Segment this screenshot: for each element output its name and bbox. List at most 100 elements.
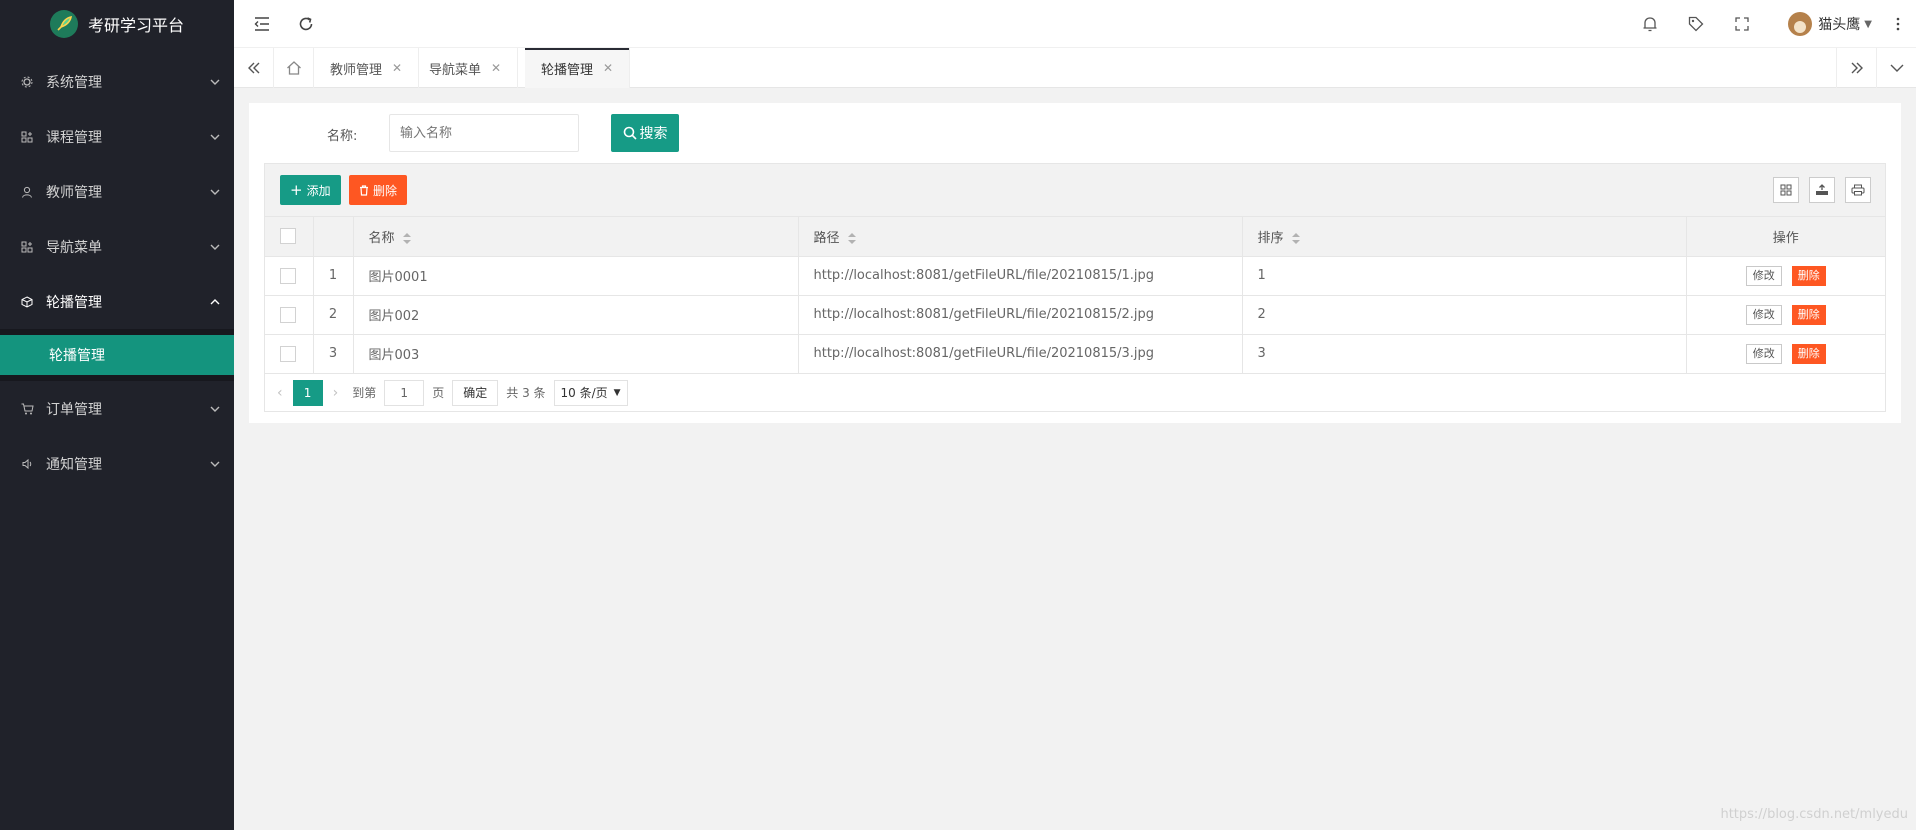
- tab-teacher[interactable]: 教师管理 ✕: [314, 48, 420, 88]
- speaker-icon: [20, 457, 34, 471]
- top-header: 猫头鹰 ▼: [234, 0, 1916, 48]
- apps-icon: [20, 240, 34, 254]
- column-header-path[interactable]: 路径: [798, 217, 1243, 257]
- cube-icon: [20, 295, 34, 309]
- close-icon[interactable]: ✕: [491, 61, 501, 75]
- tag-icon[interactable]: [1686, 14, 1706, 34]
- tab-carousel[interactable]: 轮播管理 ✕: [525, 48, 631, 88]
- export-icon[interactable]: [1809, 177, 1835, 203]
- row-select-cell: [265, 256, 314, 296]
- caret-down-icon: ▼: [1864, 18, 1872, 30]
- sidebar-item-nav-menu[interactable]: 导航菜单: [0, 219, 234, 274]
- sidebar-item-label: 轮播管理: [46, 294, 102, 311]
- app-title: 考研学习平台: [88, 16, 185, 35]
- close-icon[interactable]: ✕: [603, 61, 613, 75]
- sidebar-item-course[interactable]: 课程管理: [0, 109, 234, 164]
- tabs-scroll-right-icon[interactable]: [1836, 48, 1876, 88]
- select-all-checkbox[interactable]: [280, 228, 296, 245]
- sort-icon[interactable]: [402, 232, 412, 244]
- add-button[interactable]: + 添加: [280, 175, 341, 205]
- row-delete-button[interactable]: 删除: [1791, 304, 1826, 325]
- user-menu[interactable]: 猫头鹰 ▼: [1788, 12, 1872, 36]
- pagination: ‹ 1 › 到第 1 页 确定 共 3 条 10 条/页 ▼: [265, 374, 1885, 412]
- refresh-icon[interactable]: [296, 14, 316, 34]
- rocket-logo-icon: [50, 10, 78, 38]
- cell-path: http://localhost:8081/getFileURL/file/20…: [798, 256, 1243, 296]
- row-index: 3: [313, 334, 354, 374]
- bell-icon[interactable]: [1640, 14, 1660, 34]
- current-page[interactable]: 1: [292, 379, 323, 406]
- cell-path: http://localhost:8081/getFileURL/file/20…: [798, 295, 1243, 335]
- column-header-label: 路径: [813, 230, 840, 246]
- search-icon: [623, 126, 637, 140]
- prev-page-icon[interactable]: ‹: [277, 385, 283, 401]
- avatar: [1788, 12, 1813, 36]
- sidebar-item-label: 课程管理: [46, 129, 102, 146]
- cell-name: 图片0001: [353, 256, 799, 296]
- tab-nav-menu[interactable]: 导航菜单 ✕: [413, 48, 519, 88]
- goto-confirm-button[interactable]: 确定: [452, 379, 499, 406]
- column-header-label: 名称: [368, 230, 395, 246]
- tab-label: 轮播管理: [541, 62, 594, 78]
- page-input[interactable]: 1: [384, 379, 425, 406]
- sort-icon[interactable]: [1291, 232, 1301, 244]
- total-count: 共 3 条: [506, 386, 546, 400]
- columns-filter-icon[interactable]: [1773, 177, 1799, 203]
- sidebar-item-teacher[interactable]: 教师管理: [0, 164, 234, 219]
- row-checkbox[interactable]: [280, 306, 296, 323]
- cell-path: http://localhost:8081/getFileURL/file/20…: [798, 334, 1243, 374]
- delete-button[interactable]: 删除: [349, 175, 408, 205]
- column-header-name[interactable]: 名称: [353, 217, 799, 257]
- index-header: [313, 217, 354, 257]
- tabs-scroll-left-icon[interactable]: [234, 48, 274, 88]
- trash-icon: [360, 184, 368, 196]
- user-icon: [20, 185, 34, 199]
- chevron-down-icon: [210, 79, 220, 85]
- cell-actions: 修改 删除: [1686, 256, 1885, 296]
- edit-button[interactable]: 修改: [1745, 304, 1782, 325]
- column-header-order[interactable]: 排序: [1242, 217, 1687, 257]
- row-delete-button[interactable]: 删除: [1791, 265, 1826, 286]
- row-index: 1: [313, 256, 354, 296]
- more-vertical-icon[interactable]: [1888, 14, 1908, 34]
- sidebar-item-orders[interactable]: 订单管理: [0, 381, 234, 436]
- edit-button[interactable]: 修改: [1745, 343, 1782, 364]
- table-header-row: 名称 路径 排序 操作: [265, 217, 1885, 257]
- sidebar-item-notice[interactable]: 通知管理: [0, 436, 234, 491]
- table-row: 2 图片002 http://localhost:8081/getFileURL…: [265, 295, 1885, 335]
- page-size-select[interactable]: 10 条/页 ▼: [553, 379, 628, 406]
- tab-label: 导航菜单: [429, 62, 482, 78]
- fullscreen-icon[interactable]: [1732, 14, 1752, 34]
- home-icon[interactable]: [274, 48, 314, 88]
- page-unit-label: 页: [432, 386, 445, 400]
- sidebar-item-system[interactable]: 系统管理: [0, 54, 234, 109]
- row-checkbox[interactable]: [280, 267, 296, 284]
- chevron-down-icon: [210, 406, 220, 412]
- print-icon[interactable]: [1845, 177, 1871, 203]
- search-button[interactable]: 搜索: [611, 114, 679, 152]
- chevron-up-icon: [210, 298, 220, 304]
- row-index: 2: [313, 295, 354, 335]
- cell-actions: 修改 删除: [1686, 334, 1885, 374]
- row-checkbox[interactable]: [280, 345, 296, 362]
- search-input[interactable]: [389, 114, 579, 152]
- caret-down-icon: ▼: [613, 387, 621, 398]
- content-card: 名称: 搜索 + 添加 删除: [249, 103, 1901, 423]
- menu-collapse-icon[interactable]: [252, 14, 272, 34]
- sidebar-item-carousel[interactable]: 轮播管理: [0, 274, 234, 329]
- page-size-value: 10 条/页: [560, 386, 608, 400]
- tabs-menu-chevron-down-icon[interactable]: [1876, 48, 1916, 88]
- sidebar: 考研学习平台 系统管理 课程管理 教师管理 导航菜单 轮播管理 轮播管理 订单管…: [0, 0, 234, 830]
- sidebar-item-label: 订单管理: [46, 401, 102, 418]
- sort-icon[interactable]: [847, 232, 857, 244]
- cell-order: 2: [1242, 295, 1687, 335]
- close-icon[interactable]: ✕: [392, 61, 402, 75]
- edit-button[interactable]: 修改: [1745, 265, 1782, 286]
- row-delete-button[interactable]: 删除: [1791, 343, 1826, 364]
- next-page-icon[interactable]: ›: [333, 385, 339, 401]
- table-row: 3 图片003 http://localhost:8081/getFileURL…: [265, 334, 1885, 374]
- row-select-cell: [265, 295, 314, 335]
- column-header-label: 排序: [1257, 230, 1284, 246]
- app-logo[interactable]: 考研学习平台: [0, 0, 234, 48]
- sidebar-subitem-carousel[interactable]: 轮播管理: [0, 335, 234, 375]
